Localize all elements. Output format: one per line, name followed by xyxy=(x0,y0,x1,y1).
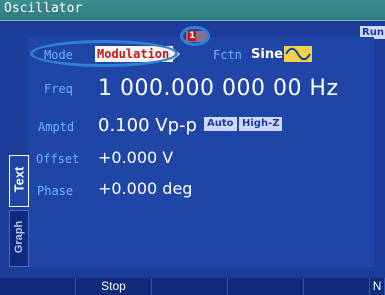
sine-wave-icon-svg xyxy=(285,47,311,61)
tab-text-label: Text xyxy=(11,166,27,193)
offset-label: Offset xyxy=(36,152,80,166)
settings-panel xyxy=(28,37,374,267)
tab-graph-label: Graph xyxy=(13,220,25,254)
offset-value[interactable]: +0.000 V xyxy=(98,148,173,167)
amptd-value[interactable]: 0.100 Vp-p xyxy=(98,115,197,136)
softkey-1[interactable] xyxy=(0,278,77,295)
amptd-label: Amptd xyxy=(38,120,75,134)
oscillator-screen: Oscillator Run 1 Mode Modulation Fctn Si… xyxy=(0,0,385,295)
fctn-value[interactable]: Sine xyxy=(251,47,283,62)
window-title: Oscillator xyxy=(4,1,83,16)
softkey-6[interactable]: N xyxy=(370,278,385,295)
freq-label: Freq xyxy=(44,82,73,96)
channel-highlight-oval xyxy=(180,26,210,46)
tab-graph[interactable]: Graph xyxy=(9,210,29,267)
mode-highlight-oval xyxy=(30,40,178,67)
phase-value[interactable]: +0.000 deg xyxy=(98,179,192,198)
fctn-label: Fctn xyxy=(213,48,242,62)
sine-wave-icon[interactable] xyxy=(284,46,312,62)
phase-label: Phase xyxy=(37,184,74,198)
high-z-chip: High-Z xyxy=(239,117,283,131)
title-bar: Oscillator xyxy=(0,0,385,21)
softkey-stop[interactable]: Stop xyxy=(76,278,153,295)
softkey-5[interactable] xyxy=(304,278,371,295)
tab-text[interactable]: Text xyxy=(9,155,29,207)
softkey-4[interactable] xyxy=(228,278,305,295)
softkey-3[interactable] xyxy=(152,278,229,295)
freq-value[interactable]: 1 000.000 000 00 Hz xyxy=(98,76,339,101)
auto-chip: Auto xyxy=(204,117,237,131)
softkey-bar: Stop N xyxy=(0,278,385,295)
